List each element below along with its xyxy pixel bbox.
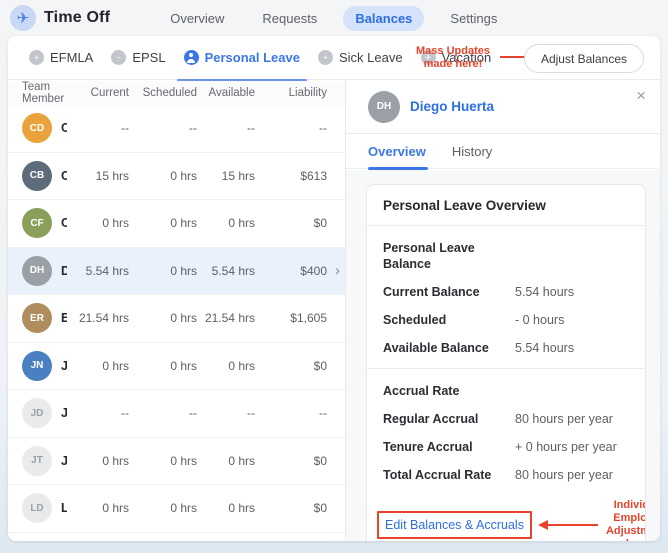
tab-epsl-label: EPSL (132, 50, 165, 65)
balance-section: Personal Leave Balance Current Balance 5… (367, 226, 645, 368)
avatar: ER (22, 303, 52, 333)
table-row[interactable]: CBChandler Bing 15 hrs 0 hrs 15 hrs $613 (8, 153, 345, 201)
panel-tabs: Overview History (346, 134, 660, 169)
tab-history[interactable]: History (452, 144, 492, 168)
col-available: Available (203, 87, 255, 99)
balances-table: Team Member Current Scheduled Available … (8, 81, 345, 541)
avatar: DH (22, 256, 52, 286)
panel-body: Personal Leave Overview Personal Leave B… (346, 170, 660, 541)
nav-settings[interactable]: Settings (438, 6, 509, 31)
table-row-selected[interactable]: DHDiego Huerta 5.54 hrs 0 hrs 5.54 hrs $… (8, 248, 345, 296)
card-footer: Edit Balances & Accruals Individual Empl… (367, 495, 645, 541)
close-icon[interactable]: × (636, 86, 646, 106)
individual-adjustments-arrow (538, 519, 598, 531)
panel-header: DH Diego Huerta × (346, 80, 660, 134)
col-team-member: Team Member (22, 81, 67, 105)
employee-detail-panel: DH Diego Huerta × Overview History Perso… (346, 80, 660, 541)
member-name: Cosmo Fairy (61, 216, 67, 230)
table-row[interactable]: JNJimmy Neutron 0 hrs 0 hrs 0 hrs $0 (8, 343, 345, 391)
avatar: JD (22, 398, 52, 428)
kv-current-balance: Current Balance 5.54 hours (383, 278, 629, 306)
accrual-section: Accrual Rate Regular Accrual 80 hours pe… (367, 368, 645, 495)
app-header: ✈ Time Off Overview Requests Balances Se… (0, 0, 668, 36)
leave-icon: − (111, 50, 126, 65)
employee-avatar: DH (368, 91, 400, 123)
table-row[interactable]: JTJustin Timberlake 0 hrs 0 hrs 0 hrs $0 (8, 438, 345, 486)
table-row[interactable]: JDJohnny Depp -- -- -- -- (8, 390, 345, 438)
member-name: Leonardo Dicaprio (61, 501, 67, 515)
table-row[interactable]: CFCosmo Fairy 0 hrs 0 hrs 0 hrs $0 (8, 200, 345, 248)
col-current: Current (73, 87, 129, 99)
col-scheduled: Scheduled (135, 87, 197, 99)
person-icon (184, 50, 199, 65)
nav-requests[interactable]: Requests (250, 6, 329, 31)
tab-epsl[interactable]: − EPSL (102, 36, 174, 80)
card-title: Personal Leave Overview (367, 185, 645, 226)
member-name: Cat Dog (61, 121, 67, 135)
airplane-icon: ✈ (10, 5, 36, 31)
page-title: Time Off (44, 9, 110, 27)
employee-name-link[interactable]: Diego Huerta (410, 99, 494, 114)
avatar: JT (22, 446, 52, 476)
avatar: CD (22, 113, 52, 143)
nav-overview[interactable]: Overview (158, 6, 236, 31)
balance-heading: Personal Leave Balance (383, 238, 503, 278)
tab-sick-leave-label: Sick Leave (339, 50, 403, 65)
table-row[interactable]: LDLeonardo Dicaprio 0 hrs 0 hrs 0 hrs $0 (8, 485, 345, 533)
table-header: Team Member Current Scheduled Available … (8, 81, 345, 105)
kv-total-accrual: Total Accrual Rate 80 hours per year (383, 461, 629, 489)
edit-link-highlight-box: Edit Balances & Accruals (377, 511, 532, 539)
tab-overview[interactable]: Overview (368, 144, 426, 168)
col-liability: Liability (261, 87, 327, 99)
family-icon: + (29, 50, 44, 65)
avatar: CB (22, 161, 52, 191)
table-row[interactable]: EREllie Rodriguez 21.54 hrs 0 hrs 21.54 … (8, 295, 345, 343)
member-name: Diego Huerta (61, 264, 67, 278)
avatar: LD (22, 493, 52, 523)
leave-overview-card: Personal Leave Overview Personal Leave B… (366, 184, 646, 541)
avatar: JN (22, 351, 52, 381)
tab-personal-leave[interactable]: Personal Leave (175, 36, 309, 80)
avatar: CF (22, 208, 52, 238)
tab-efmla-label: EFMLA (50, 50, 93, 65)
member-name: Chandler Bing (61, 169, 67, 183)
chevron-right-icon: › (335, 262, 340, 279)
tab-personal-leave-label: Personal Leave (205, 50, 300, 65)
accrual-heading: Accrual Rate (383, 381, 503, 405)
member-name: Ellie Rodriguez (61, 311, 67, 325)
adjust-balances-button[interactable]: Adjust Balances (524, 44, 644, 73)
top-nav: Overview Requests Balances Settings (158, 6, 509, 31)
tab-sick-leave[interactable]: + Sick Leave (309, 36, 412, 80)
edit-balances-accruals-link[interactable]: Edit Balances & Accruals (385, 518, 524, 532)
table-row[interactable]: CDCat Dog -- -- -- -- (8, 105, 345, 153)
kv-scheduled: Scheduled - 0 hours (383, 306, 629, 334)
tab-efmla[interactable]: + EFMLA (20, 36, 102, 80)
sick-icon: + (318, 50, 333, 65)
member-name: Jimmy Neutron (61, 359, 67, 373)
kv-regular-accrual: Regular Accrual 80 hours per year (383, 405, 629, 433)
mass-updates-annotation: Mass Updates made here! (408, 45, 498, 71)
kv-tenure-accrual: Tenure Accrual + 0 hours per year (383, 433, 629, 461)
balances-card: + EFMLA − EPSL Personal Leave + Sick Lea… (8, 36, 660, 541)
leave-type-tabs: + EFMLA − EPSL Personal Leave + Sick Lea… (8, 36, 660, 80)
member-name: Johnny Depp (61, 406, 67, 420)
nav-balances[interactable]: Balances (343, 6, 424, 31)
kv-available-balance: Available Balance 5.54 hours (383, 334, 629, 362)
individual-adjustments-annotation: Individual Employee Adjustments here! (606, 499, 646, 541)
member-name: Justin Timberlake (61, 454, 67, 468)
